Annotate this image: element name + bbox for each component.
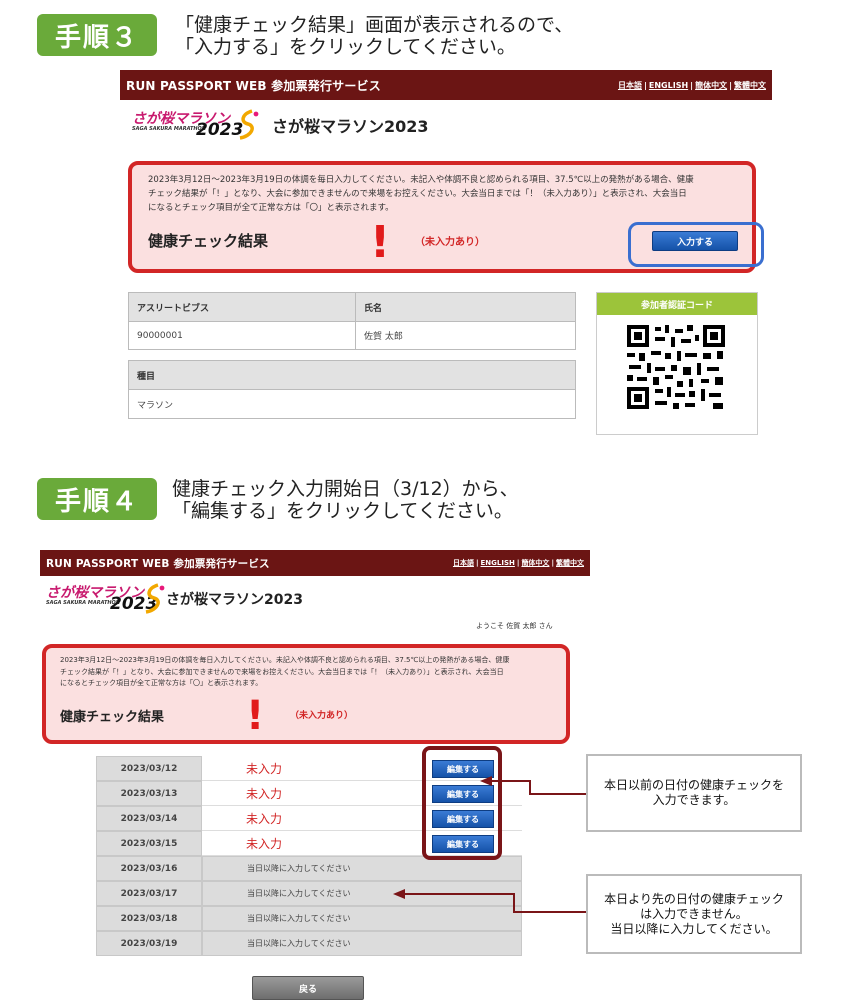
- bib-header: アスリートビブス: [128, 292, 356, 322]
- event-logo-2: さが桜マラソン SAGA SAKURA MARATHON 2023 さが桜マラソ…: [46, 582, 303, 616]
- bib-value: 90000001: [128, 321, 356, 350]
- step3-badge: 手順３: [37, 14, 157, 56]
- step4-badge: 手順４: [37, 478, 157, 520]
- date-status: 当日以降に入力してください: [202, 906, 522, 931]
- event-value: マラソン: [128, 389, 576, 419]
- logo-subtitle: SAGA SAKURA MARATHON: [132, 126, 206, 132]
- language-links-2: 日本語 | ENGLISH | 簡体中文 | 繁體中文: [452, 559, 584, 567]
- brand-title-2: RUN PASSPORT WEB 参加票発行サービス: [46, 557, 270, 570]
- lang-en-link-2[interactable]: ENGLISH: [481, 559, 515, 567]
- health-note2-line2: チェック結果が「！」となり、大会に参加できませんので来場をお控えください。大会当…: [60, 667, 504, 676]
- step3-line2: 「入力する」をクリックしてください。: [175, 36, 516, 58]
- step4-line2: 「編集する」をクリックしてください。: [172, 500, 513, 522]
- event-name: さが桜マラソン2023: [272, 117, 429, 136]
- lang-en-link[interactable]: ENGLISH: [649, 81, 688, 90]
- logo-swirl-icon: [239, 109, 259, 140]
- logo-swirl-icon-2: [145, 583, 165, 614]
- name-value: 佐賀 太郎: [355, 321, 576, 350]
- marathon-logo-2: さが桜マラソン SAGA SAKURA MARATHON 2023: [46, 582, 166, 616]
- marathon-logo: さが桜マラソン SAGA SAKURA MARATHON 2023: [132, 108, 272, 142]
- callout-not-editable: 本日より先の日付の健康チェック は入力できません。 当日以降に入力してください。: [586, 874, 802, 954]
- health-status-label: （未入力あり）: [415, 237, 485, 248]
- lang-zh-tw-link[interactable]: 繁體中文: [734, 81, 766, 90]
- health-note-line2: チェック結果が「！」となり、大会に参加できませんので来場をお控えください。大会当…: [148, 189, 687, 199]
- lang-zh-tw-link-2[interactable]: 繁體中文: [556, 559, 584, 567]
- date-cell: 2023/03/13: [96, 781, 202, 806]
- edit-buttons-highlight: [422, 746, 502, 860]
- step3-line1: 「健康チェック結果」画面が表示されるので、: [175, 14, 574, 36]
- health-check-title: 健康チェック結果: [148, 232, 269, 250]
- event-header: 種目: [128, 360, 576, 390]
- lang-zh-cn-link[interactable]: 簡体中文: [695, 81, 727, 90]
- date-cell: 2023/03/15: [96, 831, 202, 856]
- callout-not-editable-line3: 当日以降に入力してください。: [610, 921, 778, 936]
- date-status: 当日以降に入力してください: [202, 881, 522, 906]
- brand-title: RUN PASSPORT WEB 参加票発行サービス: [126, 78, 381, 93]
- health-check-title-2: 健康チェック結果: [60, 710, 165, 725]
- health-note-2: 2023年3月12日～2023年3月19日の体調を毎日入力してください。未記入や…: [60, 655, 509, 690]
- top-bar: RUN PASSPORT WEB 参加票発行サービス 日本語 | ENGLISH | 簡…: [120, 70, 772, 100]
- event-name-2: さが桜マラソン2023: [166, 592, 303, 608]
- step4-instruction: 健康チェック入力開始日（3/12）から、 「編集する」をクリックしてください。: [172, 478, 519, 522]
- lang-ja-link-2[interactable]: 日本語: [453, 559, 474, 567]
- health-note2-line1: 2023年3月12日～2023年3月19日の体調を毎日入力してください。未記入や…: [60, 656, 510, 664]
- welcome-text: ようこそ 佐賀 太郎 さん: [476, 622, 553, 630]
- date-cell: 2023/03/17: [96, 881, 202, 906]
- callout-editable-line2: 入力できます。: [652, 793, 736, 807]
- lang-zh-cn-link-2[interactable]: 簡体中文: [521, 559, 549, 567]
- event-logo: さが桜マラソン SAGA SAKURA MARATHON 2023 さが桜マラソ…: [132, 108, 429, 142]
- callout-editable-line1: 本日以前の日付の健康チェックを: [603, 778, 784, 792]
- warning-mark-2: !: [246, 693, 265, 739]
- warning-mark: !: [370, 217, 391, 268]
- input-button-highlight: [628, 222, 764, 267]
- health-note2-line3: になるとチェック項目が全て正常な方は「〇」と表示されます。: [60, 679, 263, 687]
- date-cell: 2023/03/14: [96, 806, 202, 831]
- name-header: 氏名: [355, 292, 576, 322]
- callout-not-editable-line2: は入力できません。: [640, 906, 748, 921]
- date-cell: 2023/03/16: [96, 856, 202, 881]
- health-note-line1: 2023年3月12日～2023年3月19日の体調を毎日入力してください。未記入や…: [148, 175, 694, 185]
- qr-card-title: 参加者認証コード: [597, 293, 757, 315]
- date-cell: 2023/03/18: [96, 906, 202, 931]
- back-button[interactable]: 戻る: [252, 976, 364, 1000]
- qr-code-icon: [625, 323, 727, 411]
- health-note: 2023年3月12日～2023年3月19日の体調を毎日入力してください。未記入や…: [148, 173, 694, 215]
- health-status-label-2: （未入力あり）: [290, 711, 354, 721]
- screen-step3: RUN PASSPORT WEB 参加票発行サービス 日本語 | ENGLISH | 簡…: [120, 70, 772, 435]
- date-status: 当日以降に入力してください: [202, 931, 522, 956]
- step3-instruction: 「健康チェック結果」画面が表示されるので、 「入力する」をクリックしてください。: [175, 14, 573, 58]
- date-cell: 2023/03/19: [96, 931, 202, 956]
- callout-not-editable-line1: 本日より先の日付の健康チェック: [604, 891, 784, 906]
- qr-card: 参加者認証コード: [596, 292, 758, 435]
- health-check-panel-2: 2023年3月12日～2023年3月19日の体調を毎日入力してください。未記入や…: [42, 644, 570, 744]
- lang-ja-link[interactable]: 日本語: [618, 81, 642, 90]
- callout-editable: 本日以前の日付の健康チェックを 入力できます。: [586, 754, 802, 832]
- screen-step4: RUN PASSPORT WEB 参加票発行サービス 日本語 | ENGLISH | 簡…: [40, 550, 590, 1005]
- language-links: 日本語 | ENGLISH | 簡体中文 | 繁體中文: [617, 80, 766, 90]
- logo-subtitle-2: SAGA SAKURA MARATHON: [46, 600, 120, 606]
- date-cell: 2023/03/12: [96, 756, 202, 781]
- step4-line1: 健康チェック入力開始日（3/12）から、: [172, 478, 519, 500]
- health-note-line3: になるとチェック項目が全て正常な方は「〇」と表示されます。: [148, 203, 394, 213]
- top-bar-2: RUN PASSPORT WEB 参加票発行サービス 日本語 | ENGLISH | 簡…: [40, 550, 590, 576]
